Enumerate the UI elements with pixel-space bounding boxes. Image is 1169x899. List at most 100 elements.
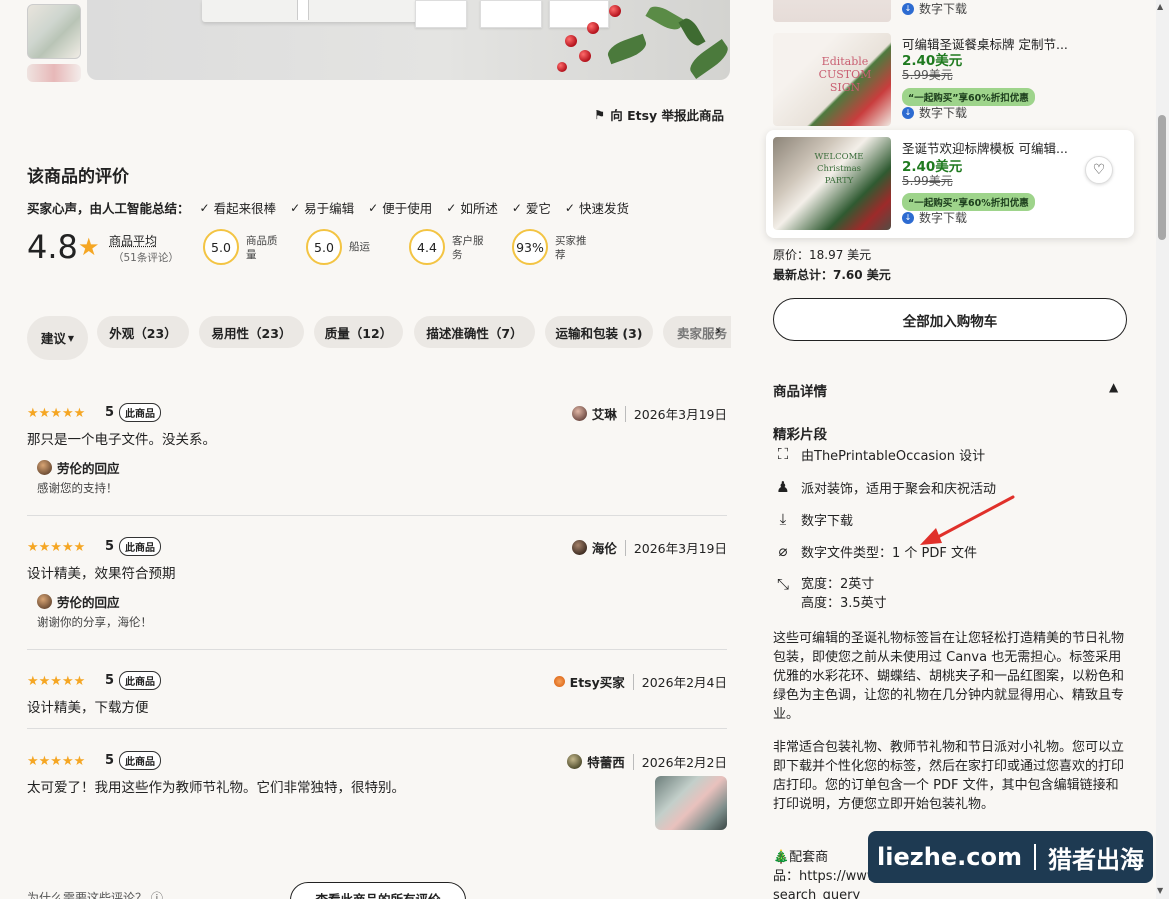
review-score: 5 [105,405,115,420]
filter-chip[interactable]: 运输和包装 (3) [545,316,653,348]
feature-item: ⌀ 数字文件类型：1 个 PDF 文件 [773,542,977,561]
dimensions-icon: ⤡ [776,575,789,593]
this-item-badge: 此商品 [119,537,161,556]
check-icon: ✓ [511,200,522,215]
feature-item: ♟ 派对装饰，适用于聚会和庆祝活动 [773,478,996,497]
avatar [37,460,52,475]
recommendation-original-price: 5.99美元 [902,174,953,188]
metric-shipping-value: 5.0 [306,229,342,265]
digital-download-tag: ↓ 数字下载 [902,209,967,226]
seller-reply-text: 谢谢你的分享，海伦！ [37,615,152,629]
review-count: （51条评论） [113,252,179,264]
reviews-title: 该商品的评价 [27,167,129,187]
digital-download-tag: ↓ 数字下载 [902,104,967,121]
review-score: 5 [105,753,115,768]
review-meta: 海伦 2026年3月19日 [571,538,727,557]
metric-quality-label: 商品质量 [246,235,278,261]
check-icon: ✓ [199,200,210,215]
sort-dropdown[interactable]: 建议 ▼ [27,316,88,360]
feature-item: ⤡ 宽度：2英寸 高度：3.5英寸 [773,575,887,613]
reviewer-name[interactable]: 艾琳 [592,404,617,423]
etsy-buyer-icon [553,676,565,687]
details-header[interactable]: 商品详情 [773,380,827,400]
thumbnail-1[interactable] [27,4,81,59]
cloud-download-icon: ↓ [902,106,914,119]
metric-service-value: 4.4 [409,229,445,265]
report-listing-link[interactable]: ⚑ 向 Etsy 举报此商品 [594,105,724,124]
filter-chip[interactable]: 卖家服务 [663,316,731,348]
recommendation-image: Editable CUSTOM SIGN [773,33,891,126]
review-meta: 特蕾西 2026年2月2日 [567,752,727,771]
feature-item: ⤓ 数字下载 [773,510,853,529]
star-icon: ★ [78,233,100,261]
review-text: 设计精美，下载方便 [27,700,149,716]
divider [27,515,727,516]
average-label[interactable]: 商品平均 [109,232,157,249]
review-text: 太可爱了！我用这些作为教师节礼物。它们非常独特，很特别。 [27,780,405,796]
paperclip-icon: ⌀ [778,542,788,560]
ai-tag: ✓ 便于使用 [368,200,433,217]
review-date: 2026年2月2日 [641,755,727,770]
review-text: 设计精美，效果符合预期 [27,566,176,582]
caret-down-icon: ▼ [67,333,75,343]
product-hero-image [87,0,730,80]
ai-summary-label: 买家心声，由人工智能总结： [27,201,190,216]
recommendation-item[interactable]: WELCOME Christmas PARTY 圣诞节欢迎标牌模板 可编辑...… [766,130,1134,238]
metric-shipping-label: 船运 [349,241,370,253]
ai-tag: ✓ 看起来很棒 [199,200,277,217]
divider [27,728,727,729]
recommendation-item[interactable]: ↓ 数字下载 [766,0,1134,28]
check-icon: ✓ [446,200,457,215]
chevron-up-icon[interactable]: ▲ [1109,380,1118,394]
filter-chip[interactable]: 描述准确性（7） [414,316,535,348]
avatar [571,540,587,555]
star-rating: ★★★★★ [27,540,86,555]
scrollbar-thumb[interactable] [1158,115,1166,240]
bundle-original-price: 原价：18.97 美元 [773,248,872,262]
ai-tag: ✓ 快速发货 [564,200,629,217]
flag-icon: ⚑ [594,107,606,122]
review-photo[interactable] [655,776,727,830]
star-rating: ★★★★★ [27,754,86,769]
filter-chip[interactable]: 易用性（23） [199,316,304,348]
ai-tag: ✓ 易于编辑 [290,200,355,217]
seller-reply-title: 劳伦的回应 [37,458,120,477]
recommendation-item[interactable]: Editable CUSTOM SIGN 可编辑圣诞餐桌标牌 定制节... 2.… [766,29,1134,127]
metric-quality-value: 5.0 [203,229,239,265]
filter-chip[interactable]: 外观（23） [97,316,189,348]
star-rating: ★★★★★ [27,674,86,689]
reviewer-name[interactable]: 特蕾西 [587,752,625,771]
check-icon: ✓ [290,200,301,215]
review-filter-bar: 建议 ▼ 外观（23） 易用性（23） 质量（12） 描述准确性（7） 运输和包… [27,316,731,360]
review-text: 那只是一个电子文件。没关系。 [27,432,216,448]
favorite-heart-icon[interactable]: ♡ [1085,156,1113,184]
metric-recommend-value: 93% [512,229,548,265]
recommendation-image [773,0,891,22]
review-meta: Etsy买家 2026年2月4日 [553,672,727,691]
scroll-up-arrow-icon[interactable]: ▲ [1157,2,1163,11]
description-paragraph: 这些可编辑的圣诞礼物标签旨在让您轻松打造精美的节日礼物包装，即使您之前从未使用过… [773,631,1125,722]
thumbnail-2[interactable] [27,64,81,82]
metric-recommend-label: 买家推荐 [555,235,587,261]
review-date: 2026年2月4日 [641,675,727,690]
add-all-to-cart-button[interactable]: 全部加入购物车 [773,298,1127,341]
see-all-reviews-button[interactable]: 查看此商品的所有评价 [290,882,466,899]
reviewer-name[interactable]: 海伦 [592,538,617,557]
review-score: 5 [105,673,115,688]
chevron-right-icon[interactable]: › [715,323,721,339]
scroll-down-arrow-icon[interactable]: ▼ [1157,886,1163,895]
seller-reply-title: 劳伦的回应 [37,592,120,611]
ai-summary-row: 买家心声，由人工智能总结： ✓ 看起来很棒 ✓ 易于编辑 ✓ 便于使用 ✓ 如所述 ✓ 爱… [27,198,643,217]
feature-item: ⛶ 由ThePrintableOccasion 设计 [773,445,985,464]
star-rating: ★★★★★ [27,406,86,421]
info-icon: ⓘ [150,891,163,899]
review-date: 2026年3月19日 [633,541,727,556]
divider [27,649,727,650]
designer-icon: ⛶ [777,445,789,463]
this-item-badge: 此商品 [119,671,161,690]
check-icon: ✓ [368,200,379,215]
filter-chip[interactable]: 质量（12） [314,316,403,348]
bundle-new-total: 最新总计：7.60 美元 [773,268,891,282]
check-icon: ✓ [564,200,575,215]
why-reviews-link[interactable]: 为什么需要这些评论？ ⓘ [27,889,163,899]
